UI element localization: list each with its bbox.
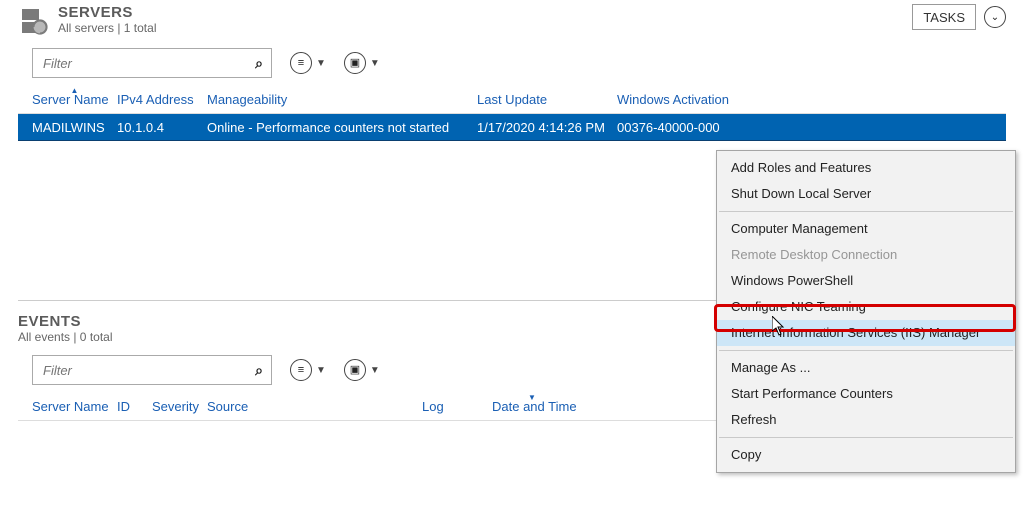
disk-icon: ▣ bbox=[344, 359, 366, 381]
ctx-separator bbox=[719, 211, 1013, 212]
ctx-shutdown[interactable]: Shut Down Local Server bbox=[717, 181, 1015, 207]
events-subtitle: All events | 0 total bbox=[18, 330, 113, 345]
ctx-iis-manager[interactable]: Internet Information Services (IIS) Mana… bbox=[717, 320, 1015, 346]
col-ev-source[interactable]: Source bbox=[207, 399, 422, 414]
ctx-separator bbox=[719, 437, 1013, 438]
col-activation[interactable]: Windows Activation bbox=[617, 92, 1006, 107]
cell-activation: 00376-40000-000 bbox=[617, 120, 1006, 135]
col-ipv4[interactable]: IPv4 Address bbox=[117, 92, 207, 107]
col-ev-id[interactable]: ID bbox=[117, 399, 152, 414]
events-title: EVENTS bbox=[18, 313, 113, 330]
cell-last-update: 1/17/2020 4:14:26 PM bbox=[477, 120, 617, 135]
ctx-manage-as[interactable]: Manage As ... bbox=[717, 355, 1015, 381]
col-ev-server-name[interactable]: Server Name bbox=[32, 399, 117, 414]
servers-icon bbox=[18, 4, 52, 38]
tasks-button[interactable]: TASKS bbox=[912, 4, 976, 30]
disk-icon: ▣ bbox=[344, 52, 366, 74]
servers-header: SERVERS All servers | 1 total TASKS ⌄ bbox=[18, 4, 1006, 38]
servers-filter[interactable]: ⌕ bbox=[32, 48, 272, 78]
chevron-down-icon: ▼ bbox=[316, 365, 326, 376]
cell-manageability: Online - Performance counters not starte… bbox=[207, 120, 477, 135]
ctx-separator bbox=[719, 350, 1013, 351]
servers-filter-input[interactable] bbox=[41, 55, 255, 72]
ctx-copy[interactable]: Copy bbox=[717, 442, 1015, 468]
ctx-add-roles[interactable]: Add Roles and Features bbox=[717, 155, 1015, 181]
list-icon: ≡ bbox=[290, 52, 312, 74]
list-icon: ≡ bbox=[290, 359, 312, 381]
col-ev-severity[interactable]: Severity bbox=[152, 399, 207, 414]
cell-ipv4: 10.1.0.4 bbox=[117, 120, 207, 135]
column-options-button[interactable]: ≡ ▼ bbox=[290, 52, 326, 74]
events-filter[interactable]: ⌕ bbox=[32, 355, 272, 385]
servers-subtitle: All servers | 1 total bbox=[58, 21, 156, 36]
ctx-remote-desktop: Remote Desktop Connection bbox=[717, 242, 1015, 268]
ctx-powershell[interactable]: Windows PowerShell bbox=[717, 268, 1015, 294]
events-column-options-button[interactable]: ≡ ▼ bbox=[290, 359, 326, 381]
chevron-down-icon: ▼ bbox=[370, 58, 380, 69]
save-query-button[interactable]: ▣ ▼ bbox=[344, 52, 380, 74]
col-manageability[interactable]: Manageability bbox=[207, 92, 477, 107]
server-row-selected[interactable]: MADILWINS 10.1.0.4 Online - Performance … bbox=[18, 114, 1006, 141]
ctx-refresh[interactable]: Refresh bbox=[717, 407, 1015, 433]
ctx-start-perf-counters[interactable]: Start Performance Counters bbox=[717, 381, 1015, 407]
ctx-computer-management[interactable]: Computer Management bbox=[717, 216, 1015, 242]
col-server-name[interactable]: ▲ Server Name bbox=[32, 92, 117, 107]
chevron-down-icon: ▼ bbox=[370, 365, 380, 376]
servers-toolbar: ⌕ ≡ ▼ ▣ ▼ bbox=[18, 38, 1006, 86]
ctx-nic-teaming[interactable]: Configure NIC Teaming bbox=[717, 294, 1015, 320]
search-icon[interactable]: ⌕ bbox=[255, 362, 263, 379]
tasks-label: TASKS bbox=[923, 10, 965, 25]
events-filter-input[interactable] bbox=[41, 362, 255, 379]
events-save-query-button[interactable]: ▣ ▼ bbox=[344, 359, 380, 381]
expand-down-icon[interactable]: ⌄ bbox=[984, 6, 1006, 28]
servers-title: SERVERS bbox=[58, 4, 156, 21]
sort-asc-icon: ▲ bbox=[71, 86, 79, 95]
cell-server-name: MADILWINS bbox=[32, 120, 117, 135]
sort-desc-icon: ▼ bbox=[528, 393, 536, 402]
server-context-menu: Add Roles and Features Shut Down Local S… bbox=[716, 150, 1016, 473]
chevron-down-icon: ▼ bbox=[316, 58, 326, 69]
servers-table-header: ▲ Server Name IPv4 Address Manageability… bbox=[18, 86, 1006, 114]
search-icon[interactable]: ⌕ bbox=[255, 55, 263, 72]
col-last-update[interactable]: Last Update bbox=[477, 92, 617, 107]
col-ev-log[interactable]: Log bbox=[422, 399, 492, 414]
